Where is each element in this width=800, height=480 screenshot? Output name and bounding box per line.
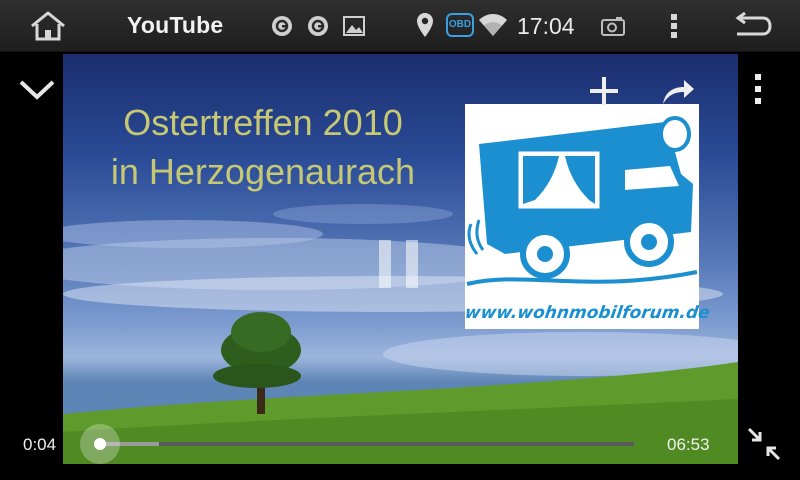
more-vertical-icon[interactable] (752, 72, 764, 106)
exit-fullscreen-icon[interactable] (746, 426, 782, 462)
video-frame[interactable]: Ostertreffen 2010 in Herzogenaurach www.… (63, 54, 738, 464)
add-icon[interactable] (587, 74, 621, 108)
video-title-line2: in Herzogenaurach (110, 151, 416, 192)
back-icon[interactable] (733, 12, 773, 40)
current-time: 0:04 (23, 435, 57, 454)
logo-url-text: www.wohnmobilforum.de (463, 303, 712, 323)
seek-bar[interactable] (100, 442, 634, 446)
notification-app-icon (308, 16, 328, 36)
camera-icon (601, 17, 625, 36)
camper-van-logo-icon (466, 116, 698, 286)
video-player[interactable]: Ostertreffen 2010 in Herzogenaurach www.… (0, 52, 800, 480)
video-title-line1: Ostertreffen 2010 (123, 102, 403, 143)
overflow-menu-icon[interactable] (668, 12, 680, 40)
pause-icon-bar (406, 240, 418, 288)
notification-app-icon (272, 16, 292, 36)
location-pin-icon (417, 13, 433, 37)
video-title-overlay: Ostertreffen 2010 in Herzogenaurach (63, 98, 463, 196)
wohnmobilforum-logo: www.wohnmobilforum.de (463, 104, 712, 329)
wifi-icon (479, 14, 507, 36)
status-bar: YouTube OBD 17:04 (0, 0, 800, 52)
video-duration: 06:53 (667, 435, 710, 454)
app-title: YouTube (127, 12, 224, 38)
seek-handle[interactable] (94, 438, 106, 450)
clock-time: 17:04 (517, 13, 575, 39)
obd-icon: OBD (446, 13, 474, 37)
home-icon[interactable] (28, 10, 68, 42)
pause-icon (379, 240, 391, 288)
share-icon[interactable] (660, 76, 696, 106)
image-icon (343, 16, 365, 36)
chevron-down-icon[interactable] (18, 78, 56, 102)
pause-button[interactable] (379, 240, 419, 290)
